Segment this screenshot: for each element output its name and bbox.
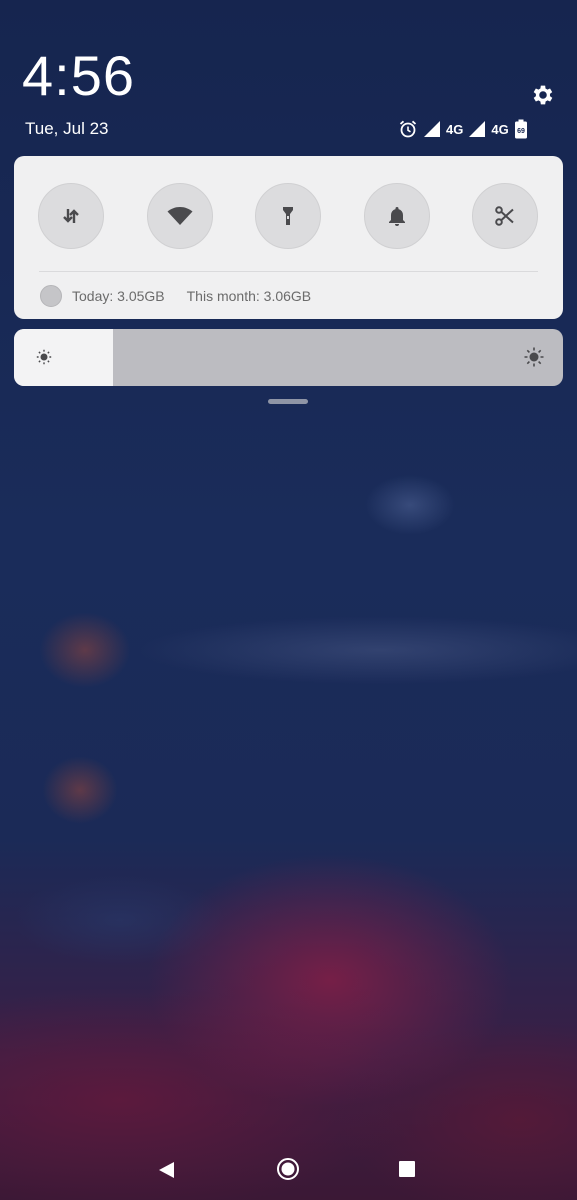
settings-button[interactable] bbox=[528, 80, 558, 110]
sound-toggle[interactable] bbox=[364, 183, 430, 249]
clock-time: 4:56 bbox=[22, 44, 135, 107]
date-label[interactable]: Tue, Jul 23 bbox=[25, 119, 108, 139]
sim1-network-type: 4G bbox=[446, 121, 464, 137]
data-arrows-icon bbox=[63, 209, 79, 223]
gear-icon bbox=[533, 85, 553, 105]
status-icons: 4G 4G 69 bbox=[398, 117, 528, 141]
quick-toggles-row bbox=[38, 183, 540, 249]
signal-sim2-icon bbox=[469, 121, 486, 137]
data-usage-month: This month: 3.06GB bbox=[186, 288, 312, 304]
panel-divider bbox=[39, 271, 538, 272]
brightness-slider[interactable] bbox=[14, 329, 563, 386]
data-usage-today: Today: 3.05GB bbox=[72, 288, 165, 304]
back-button[interactable] bbox=[157, 1160, 177, 1180]
navigation-bar bbox=[0, 1145, 577, 1193]
battery-level: 69 bbox=[517, 128, 525, 135]
brightness-slider-fill bbox=[14, 329, 113, 386]
battery-icon: 69 bbox=[514, 119, 527, 139]
screenshot-toggle[interactable] bbox=[472, 183, 538, 249]
drag-handle[interactable] bbox=[268, 399, 308, 404]
recent-apps-button[interactable] bbox=[399, 1161, 415, 1177]
data-usage-icon bbox=[40, 285, 62, 307]
quick-settings-panel: Today: 3.05GB This month: 3.06GB bbox=[14, 156, 563, 319]
scissors-icon bbox=[495, 206, 514, 226]
wifi-icon bbox=[167, 207, 193, 225]
flashlight-icon bbox=[283, 207, 293, 225]
sim2-network-type: 4G bbox=[491, 121, 509, 137]
flashlight-toggle[interactable] bbox=[255, 183, 321, 249]
home-button[interactable] bbox=[276, 1157, 300, 1181]
brightness-high-icon bbox=[524, 347, 544, 367]
bell-icon bbox=[389, 207, 405, 226]
mobile-data-toggle[interactable] bbox=[38, 183, 104, 249]
brightness-low-icon bbox=[36, 349, 52, 365]
signal-sim1-icon bbox=[424, 121, 440, 137]
wifi-toggle[interactable] bbox=[147, 183, 213, 249]
alarm-clock-icon bbox=[399, 120, 417, 138]
data-usage-row[interactable]: Today: 3.05GB This month: 3.06GB bbox=[40, 285, 311, 307]
